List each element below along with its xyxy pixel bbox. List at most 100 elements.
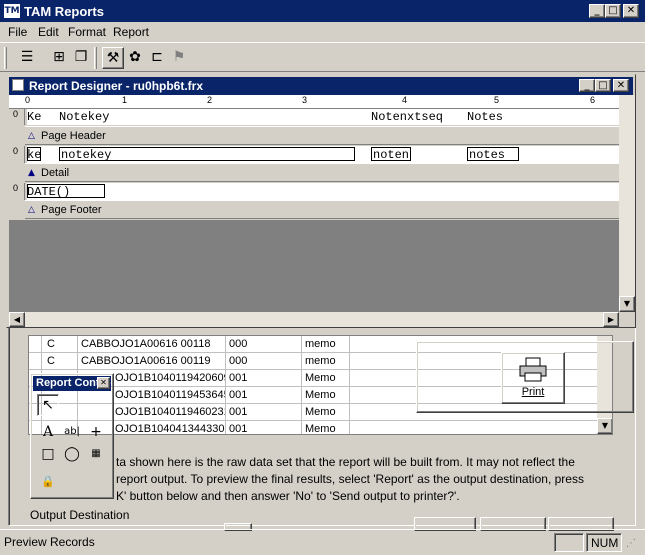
menu-edit[interactable]: Edit	[38, 25, 59, 39]
app-icon: TM	[4, 4, 20, 18]
picture-tool-icon[interactable]: ▦	[85, 444, 107, 466]
info-line-1: ta shown here is the raw data set that t…	[116, 455, 575, 469]
grid-cell: 001	[229, 389, 248, 401]
designer-vertical-scrollbar[interactable]: ▼	[619, 95, 635, 312]
field-box	[467, 147, 519, 161]
band-detail[interactable]: ▲ Detail	[25, 163, 619, 182]
minimize-icon[interactable]: _	[589, 4, 605, 18]
band-gutter: 0	[7, 146, 25, 163]
network-icon[interactable]: ⊞	[48, 47, 70, 69]
footer-field-row: DATE()	[27, 183, 621, 200]
grid-cell: OJO1B1040119420609	[115, 372, 225, 384]
band-gutter: 0	[7, 183, 25, 200]
field-tool-icon[interactable]: ab|	[61, 422, 83, 444]
band-triangle-icon: △	[28, 205, 35, 215]
menu-report[interactable]: Report	[113, 25, 149, 39]
designer-close-icon[interactable]: ✕	[613, 79, 629, 92]
grid-cell: C	[47, 338, 55, 350]
designer-minimize-icon[interactable]: _	[579, 79, 595, 92]
grid-cell: memo	[305, 338, 336, 350]
designer-empty-area	[9, 220, 621, 312]
band-page-footer[interactable]: △ Page Footer	[25, 200, 619, 219]
status-panel	[554, 533, 584, 552]
report-icon	[12, 79, 24, 91]
print-button[interactable]: Print	[501, 352, 565, 404]
report-designer-window: Report Designer - ru0hpb6t.frx _ □ ✕ 0 1…	[6, 74, 636, 328]
app-titlebar: TM TAM Reports _ □ ✕	[0, 0, 645, 22]
layout-icon[interactable]: ⊏	[146, 47, 168, 69]
scroll-down-icon[interactable]: ▼	[597, 418, 612, 434]
label-notes[interactable]: Notes	[467, 110, 503, 124]
copy-pages-icon[interactable]: ❐	[70, 47, 92, 69]
grid-cell: CABBOJO1A00616 00119	[81, 355, 211, 367]
grid-cell: Memo	[305, 423, 336, 435]
stamp-icon[interactable]: ⚑	[168, 47, 190, 69]
toolbar: ☰ ⊞ ❐ ⚒ ✿ ⊏ ⚑	[0, 42, 645, 72]
resize-grip-icon[interactable]: ⋰	[626, 538, 636, 549]
print-label: Print	[521, 386, 545, 398]
grid-cell: OJO1B1040413443300	[115, 423, 225, 435]
grid-column-separator	[349, 336, 350, 434]
ruler-mark: 6	[590, 95, 596, 105]
ruler-mark: 4	[402, 95, 408, 105]
table-row[interactable]: OJO1B1040413443300 001 Memo	[29, 421, 599, 435]
rounded-rectangle-tool-icon[interactable]: ◯	[61, 444, 83, 466]
field-box	[59, 147, 355, 161]
info-line-2: report output. To preview the final resu…	[116, 472, 584, 486]
ruler-mark: 0	[25, 95, 31, 105]
pointer-icon[interactable]: ↖	[37, 394, 59, 416]
palette-icon[interactable]: ✿	[124, 47, 146, 69]
field-row: ke notekey noten notes	[27, 146, 621, 163]
page-header-labels: Ke Notekey Notenxtseq Notes	[27, 109, 621, 125]
ruler-mark: 5	[494, 95, 500, 105]
grid-cell: memo	[305, 355, 336, 367]
scroll-right-icon[interactable]: ▶	[603, 312, 619, 327]
report-controls-toolbox: Report Controls ✕ ↖ A ab| + □ ◯ ▦ 🔒	[30, 373, 114, 499]
grid-cell: Memo	[305, 389, 336, 401]
ruler-mark: 3	[302, 95, 308, 105]
field-box	[27, 147, 41, 161]
designer-titlebar: Report Designer - ru0hpb6t.frx _ □ ✕	[9, 77, 633, 95]
scroll-left-icon[interactable]: ◀	[9, 312, 25, 327]
grid-cell: 000	[229, 338, 248, 350]
grid-cell: OJO1B1040119453645	[115, 389, 225, 401]
label-notekey[interactable]: Notekey	[59, 110, 109, 124]
maximize-icon[interactable]: □	[605, 4, 621, 18]
label-ke[interactable]: Ke	[27, 110, 41, 124]
grid-cell: Memo	[305, 406, 336, 418]
grid-cell: 000	[229, 355, 248, 367]
band-gutter: 0	[7, 109, 25, 125]
band-triangle-icon: ▲	[28, 168, 35, 178]
grid-column-separator	[301, 336, 302, 434]
designer-maximize-icon[interactable]: □	[595, 79, 611, 92]
toolbar-grip	[4, 47, 7, 69]
status-text: Preview Records	[4, 535, 95, 549]
close-icon[interactable]: ✕	[623, 4, 639, 18]
scroll-down-icon[interactable]: ▼	[619, 296, 635, 312]
status-num: NUM	[586, 533, 622, 552]
status-bar: Preview Records NUM ⋰	[0, 529, 645, 555]
lock-icon[interactable]: 🔒	[37, 472, 59, 494]
label-tool-icon[interactable]: A	[37, 422, 59, 444]
rectangle-tool-icon[interactable]: □	[37, 444, 59, 466]
grid-cell: 001	[229, 423, 248, 435]
app-title: TAM Reports	[24, 4, 104, 19]
band-page-header[interactable]: △ Page Header	[25, 126, 619, 145]
menu-file[interactable]: File	[8, 25, 27, 39]
ruler-mark: 2	[207, 95, 213, 105]
tools-icon[interactable]: ⚒	[102, 47, 124, 69]
list-icon[interactable]: ☰	[16, 47, 38, 69]
label-notenxtseq[interactable]: Notenxtseq	[371, 110, 443, 124]
field-box	[371, 147, 411, 161]
band-triangle-icon: △	[28, 131, 35, 141]
band-label: Page Header	[41, 130, 106, 142]
designer-horizontal-scrollbar[interactable]: ◀ ▶	[9, 312, 619, 327]
field-box	[27, 184, 105, 198]
toolbox-close-icon[interactable]: ✕	[97, 377, 110, 389]
output-destination-label: Output Destination	[30, 508, 130, 522]
menu-format[interactable]: Format	[68, 25, 106, 39]
band-label: Detail	[41, 167, 70, 179]
printer-icon	[519, 357, 547, 382]
line-tool-icon[interactable]: +	[85, 422, 107, 444]
grid-cell: 001	[229, 406, 248, 418]
